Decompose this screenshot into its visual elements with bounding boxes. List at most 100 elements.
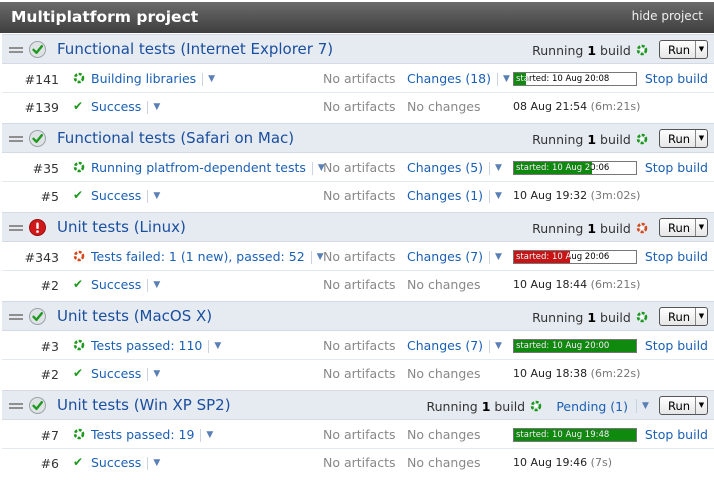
build-status-link[interactable]: Tests failed: 1 (1 new), passed: 52 [91, 249, 305, 264]
success-check-icon [29, 397, 46, 414]
build-status-link[interactable]: Success [91, 366, 141, 381]
build-finish-date: 10 Aug 19:32 (3m:02s) [513, 189, 641, 202]
stop-build-link[interactable]: Stop build [645, 338, 708, 353]
changes-link[interactable]: Changes (7) [407, 338, 483, 353]
run-dropdown-arrow-icon[interactable]: ▼ [695, 130, 707, 147]
build-status-link[interactable]: Running platfrom-dependent tests [91, 160, 306, 175]
build-dropdown-arrow-icon[interactable]: ▼ [310, 251, 324, 264]
build-dropdown-arrow-icon[interactable]: ▼ [200, 429, 213, 442]
hide-project-link[interactable]: hide project [632, 9, 703, 23]
run-button[interactable]: Run ▼ [659, 396, 708, 415]
stop-build-link[interactable]: Stop build [645, 249, 708, 264]
run-dropdown-arrow-icon[interactable]: ▼ [695, 308, 707, 325]
configuration-header: Unit tests (Linux) Run ▼ Running 1 build [2, 212, 714, 242]
run-button[interactable]: Run ▼ [659, 129, 708, 148]
collapse-handle-icon[interactable] [9, 314, 23, 320]
collapse-handle-icon[interactable] [9, 225, 23, 231]
changes-dropdown-arrow-icon[interactable]: ▼ [489, 190, 502, 203]
artifacts-label: No artifacts [323, 71, 396, 86]
build-row: #3 Tests passed: 110 ▼ No artifacts Changes … [2, 332, 714, 360]
run-dropdown-arrow-icon[interactable]: ▼ [695, 41, 707, 58]
run-button[interactable]: Run ▼ [659, 40, 708, 59]
project-header: Multiplatform project hide project [0, 2, 714, 33]
run-button-label: Run [668, 221, 691, 235]
build-progress-bar: started: 10 Aug 20:06 started: 10 Aug 20:… [513, 161, 637, 175]
build-duration: (7s) [590, 456, 612, 469]
changes-dropdown-arrow-icon[interactable]: ▼ [489, 251, 502, 264]
running-build-icon [73, 72, 86, 85]
build-finish-date: 10 Aug 19:46 (7s) [513, 456, 612, 469]
run-button[interactable]: Run ▼ [659, 307, 708, 326]
configuration-name[interactable]: Unit tests (MacOS X) [57, 307, 212, 325]
run-dropdown-arrow-icon[interactable]: ▼ [695, 397, 707, 414]
pending-link[interactable]: Pending (1) [556, 399, 628, 414]
running-builds-count: Running 1 build [426, 399, 526, 414]
build-number[interactable]: #139 [25, 100, 59, 115]
collapse-handle-icon[interactable] [9, 136, 23, 142]
run-dropdown-arrow-icon[interactable]: ▼ [695, 219, 707, 236]
progress-label: started: 10 Aug 19:48 [516, 430, 610, 440]
build-dropdown-arrow-icon[interactable]: ▼ [147, 279, 160, 292]
no-changes-label: No changes [407, 366, 481, 381]
configuration-name[interactable]: Unit tests (Win XP SP2) [57, 396, 231, 414]
pending-dropdown-arrow-icon[interactable]: ▼ [636, 399, 649, 413]
configuration-name[interactable]: Functional tests (Internet Explorer 7) [57, 40, 333, 58]
collapse-handle-icon[interactable] [9, 47, 23, 53]
build-number[interactable]: #343 [25, 250, 59, 265]
artifacts-label: No artifacts [323, 427, 396, 442]
build-dropdown-arrow-icon[interactable]: ▼ [147, 368, 160, 381]
artifacts-label: No artifacts [323, 99, 396, 114]
build-status-link[interactable]: Building libraries [91, 71, 196, 86]
build-status-link[interactable]: Success [91, 99, 141, 114]
build-progress-bar: started: 10 Aug 20:06 started: 10 Aug 20:… [513, 250, 637, 264]
build-number[interactable]: #35 [33, 161, 59, 176]
build-number[interactable]: #5 [41, 189, 59, 204]
build-number[interactable]: #7 [41, 428, 59, 443]
changes-dropdown-arrow-icon[interactable]: ▼ [489, 340, 502, 353]
configuration-name[interactable]: Functional tests (Safari on Mac) [57, 129, 294, 147]
no-changes-label: No changes [407, 277, 481, 292]
changes-link[interactable]: Changes (1) [407, 188, 483, 203]
build-number[interactable]: #2 [41, 278, 59, 293]
changes-dropdown-arrow-icon[interactable]: ▼ [489, 162, 502, 175]
failing-build-icon [73, 250, 86, 263]
stop-build-link[interactable]: Stop build [645, 71, 708, 86]
build-status-link[interactable]: Success [91, 455, 141, 470]
configuration-name[interactable]: Unit tests (Linux) [57, 218, 186, 236]
run-button[interactable]: Run ▼ [659, 218, 708, 237]
build-dropdown-arrow-icon[interactable]: ▼ [208, 340, 221, 353]
running-icon [636, 44, 648, 56]
success-check-icon [29, 308, 46, 325]
artifacts-label: No artifacts [323, 455, 396, 470]
build-number[interactable]: #6 [41, 456, 59, 471]
project-title: Multiplatform project [11, 8, 199, 26]
build-finish-date: 08 Aug 21:54 (6m:21s) [513, 100, 641, 113]
changes-link[interactable]: Changes (5) [407, 160, 483, 175]
build-row: #6 ✔ Success ▼ No artifacts No changes 10 Aug … [2, 449, 714, 477]
stop-build-link[interactable]: Stop build [645, 160, 708, 175]
build-status-link[interactable]: Tests passed: 19 [91, 427, 194, 442]
running-build-icon [73, 339, 86, 352]
build-status-link[interactable]: Success [91, 277, 141, 292]
running-icon [530, 400, 542, 412]
stop-build-link[interactable]: Stop build [645, 427, 708, 442]
build-dropdown-arrow-icon[interactable]: ▼ [202, 73, 215, 86]
build-dropdown-arrow-icon[interactable]: ▼ [147, 190, 160, 203]
build-dropdown-arrow-icon[interactable]: ▼ [147, 457, 160, 470]
build-status-link[interactable]: Tests passed: 110 [91, 338, 202, 353]
changes-link[interactable]: Changes (7) [407, 249, 483, 264]
collapse-handle-icon[interactable] [9, 403, 23, 409]
build-number[interactable]: #2 [41, 367, 59, 382]
changes-link[interactable]: Changes (18) [407, 71, 491, 86]
artifacts-label: No artifacts [323, 249, 396, 264]
build-number[interactable]: #141 [25, 72, 59, 87]
build-status-link[interactable]: Success [91, 188, 141, 203]
build-dropdown-arrow-icon[interactable]: ▼ [147, 101, 160, 114]
artifacts-label: No artifacts [323, 338, 396, 353]
run-button-label: Run [668, 43, 691, 57]
artifacts-label: No artifacts [323, 160, 396, 175]
running-build-icon [73, 161, 86, 174]
progress-label-dark: started: 10 Aug 20:08 [516, 74, 610, 84]
changes-dropdown-arrow-icon[interactable]: ▼ [497, 73, 510, 86]
build-number[interactable]: #3 [41, 339, 59, 354]
